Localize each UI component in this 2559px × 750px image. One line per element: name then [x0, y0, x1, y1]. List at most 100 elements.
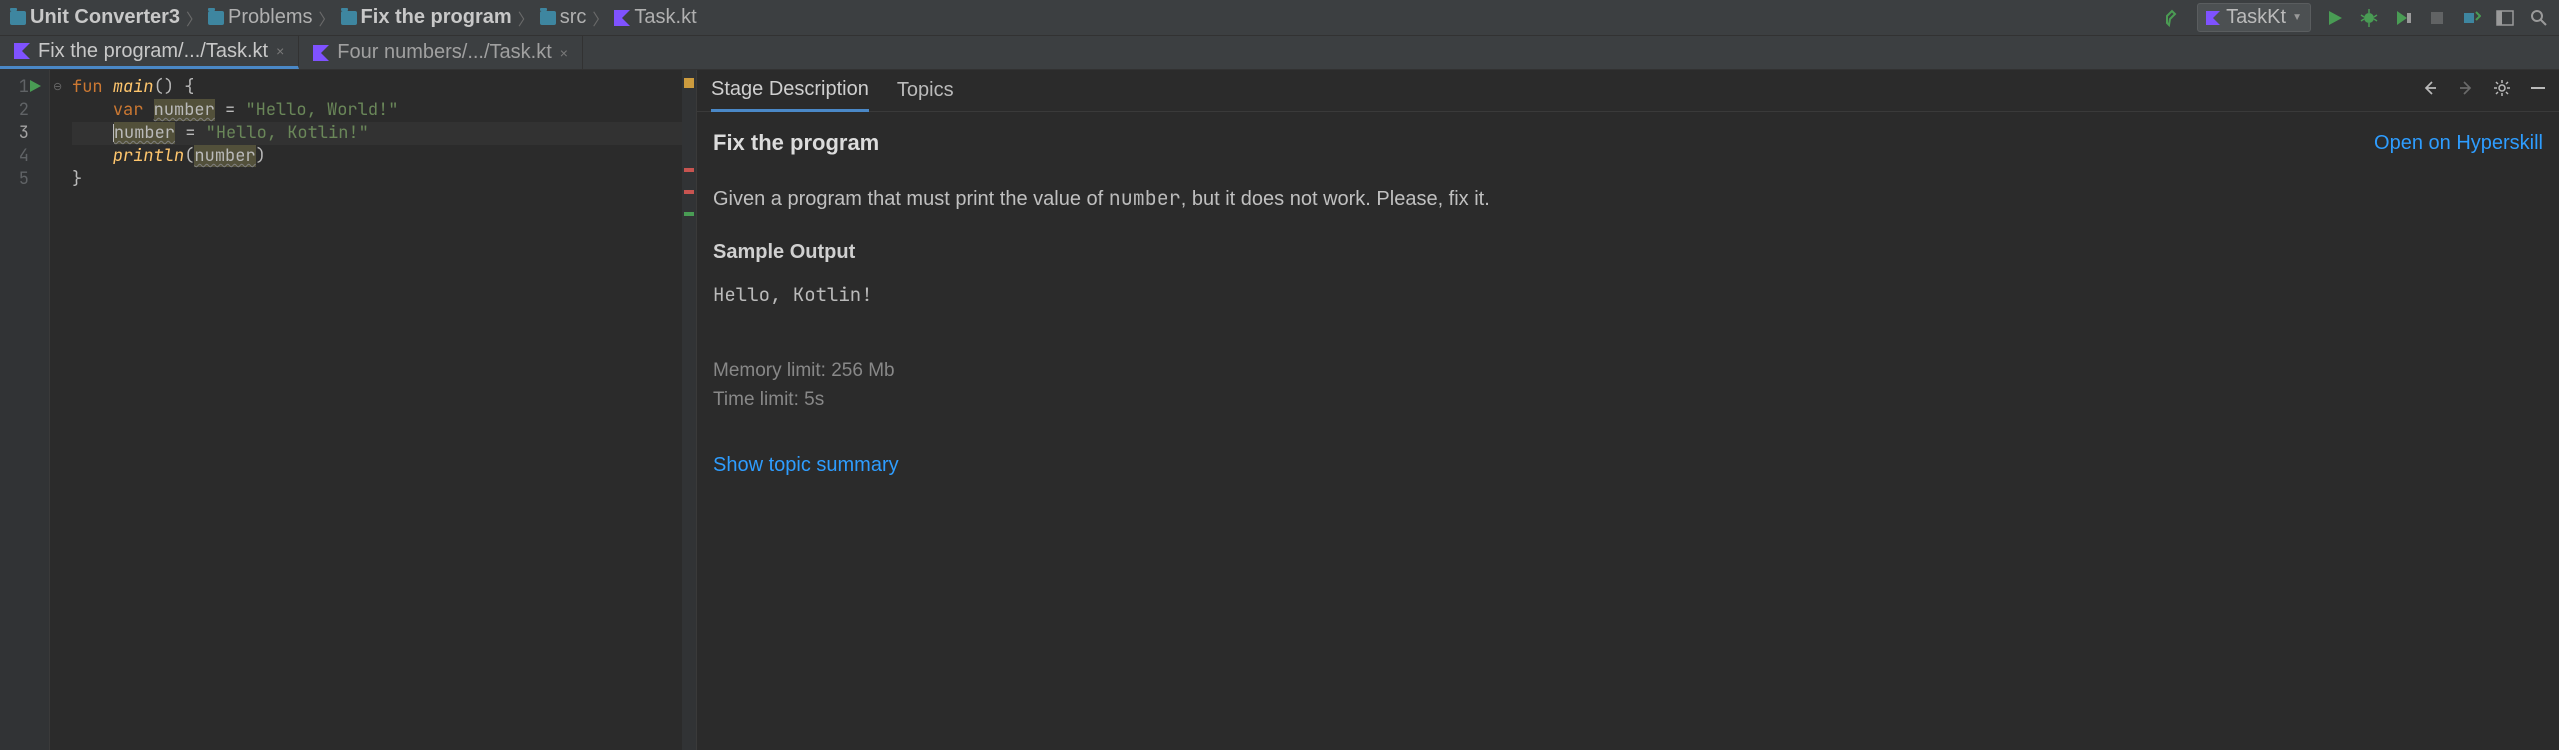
line-gutter: 1 2 3 4 5	[0, 70, 50, 750]
minimize-icon[interactable]	[2529, 79, 2547, 103]
task-desc-text: Given a program that must print the valu…	[713, 188, 1109, 210]
breadcrumb-label: Task.kt	[634, 6, 696, 29]
task-title: Fix the program	[713, 130, 879, 156]
code-area[interactable]: fun main() { var number = "Hello, World!…	[50, 70, 682, 750]
highlight-marker[interactable]	[684, 190, 694, 194]
kotlin-icon	[2206, 10, 2220, 26]
code-line: var number = "Hello, World!"	[72, 99, 682, 122]
code-line: fun main() {	[72, 76, 682, 99]
task-desc-code: number	[1109, 185, 1181, 211]
task-body: Fix the program Open on Hyperskill Given…	[697, 112, 2559, 495]
hammer-icon[interactable]	[2163, 8, 2183, 28]
breadcrumb-src[interactable]: src	[540, 6, 587, 29]
punctuation: )	[256, 145, 266, 167]
punctuation: }	[72, 168, 82, 190]
file-tab-label: Fix the program/.../Task.kt	[38, 40, 268, 63]
folder-icon	[341, 11, 357, 25]
highlight-marker[interactable]	[684, 168, 694, 172]
top-nav-bar: Unit Converter3 〉 Problems 〉 Fix the pro…	[0, 0, 2559, 36]
time-limit: Time limit: 5s	[713, 386, 2543, 415]
breadcrumb-label: Problems	[228, 6, 312, 29]
keyword: var	[113, 99, 154, 121]
search-icon[interactable]	[2529, 8, 2549, 28]
run-with-coverage-button[interactable]	[2393, 8, 2413, 28]
breadcrumbs: Unit Converter3 〉 Problems 〉 Fix the pro…	[10, 6, 697, 30]
task-tabs: Stage Description Topics	[697, 70, 2559, 112]
identifier: number	[194, 145, 255, 167]
run-gutter-icon[interactable]	[28, 76, 42, 99]
forward-arrow-icon[interactable]	[2457, 79, 2475, 103]
breadcrumb-problems[interactable]: Problems	[208, 6, 312, 29]
string-literal: "Hello, Kotlin!"	[206, 122, 369, 144]
punctuation: (	[184, 145, 194, 167]
chevron-right-icon: 〉	[186, 6, 202, 30]
tab-topics[interactable]: Topics	[897, 71, 954, 110]
breadcrumb-label: src	[560, 6, 587, 29]
breadcrumb-task[interactable]: Fix the program	[341, 6, 512, 29]
identifier: number	[114, 122, 175, 144]
line-number: 5	[19, 168, 49, 191]
chevron-right-icon: 〉	[592, 6, 608, 30]
chevron-right-icon: 〉	[518, 6, 534, 30]
task-desc-text: , but it does not work. Please, fix it.	[1181, 188, 1490, 210]
task-tab-controls	[2421, 79, 2547, 103]
kotlin-file-icon	[14, 43, 30, 59]
file-tab[interactable]: Four numbers/.../Task.kt ×	[299, 36, 583, 69]
kotlin-file-icon	[614, 10, 630, 26]
run-button[interactable]	[2325, 8, 2345, 28]
folder-icon	[208, 11, 224, 25]
punctuation: () {	[154, 76, 195, 98]
task-pane: Stage Description Topics Fix the progr	[696, 70, 2559, 750]
line-number: 2	[19, 99, 49, 122]
close-icon[interactable]: ×	[276, 43, 284, 59]
close-icon[interactable]: ×	[560, 45, 568, 61]
attach-button[interactable]	[2461, 8, 2481, 28]
code-line: println(number)	[72, 145, 682, 168]
line-number: 3	[19, 122, 49, 145]
run-config-label: TaskKt	[2226, 6, 2286, 29]
toolbar-right: TaskKt ▼	[2163, 3, 2549, 32]
file-tab-label: Four numbers/.../Task.kt	[337, 41, 552, 64]
editor-tabs: Fix the program/.../Task.kt × Four numbe…	[0, 36, 2559, 70]
code-line: }	[72, 168, 682, 191]
tab-stage-description[interactable]: Stage Description	[711, 70, 869, 112]
function-name: main	[113, 76, 154, 98]
memory-limit: Memory limit: 256 Mb	[713, 357, 2543, 386]
folder-icon	[10, 11, 26, 25]
marker-column	[682, 70, 696, 750]
stop-button[interactable]	[2427, 8, 2447, 28]
debug-button[interactable]	[2359, 8, 2379, 28]
gear-icon[interactable]	[2493, 79, 2511, 103]
main-split: 1 2 3 4 5 ⊖ fun main() { var number = "H…	[0, 70, 2559, 750]
chevron-right-icon: 〉	[319, 6, 335, 30]
show-topic-summary-link[interactable]: Show topic summary	[713, 454, 2543, 477]
keyword: fun	[72, 76, 113, 98]
ok-marker[interactable]	[684, 212, 694, 216]
run-config-selector[interactable]: TaskKt ▼	[2197, 3, 2311, 32]
editor-pane: 1 2 3 4 5 ⊖ fun main() { var number = "H…	[0, 70, 696, 750]
breadcrumb-label: Unit Converter3	[30, 6, 180, 29]
breadcrumb-root[interactable]: Unit Converter3	[10, 6, 180, 29]
sample-output-value: Hello, Kotlin!	[713, 282, 2543, 307]
breadcrumb-file[interactable]: Task.kt	[614, 6, 696, 29]
layout-settings-icon[interactable]	[2495, 8, 2515, 28]
breadcrumb-label: Fix the program	[361, 6, 512, 29]
line-number: 4	[19, 145, 49, 168]
task-header: Fix the program Open on Hyperskill	[713, 130, 2543, 156]
hyperskill-link[interactable]: Open on Hyperskill	[2374, 132, 2543, 155]
sample-output-heading: Sample Output	[713, 241, 2543, 264]
identifier: number	[154, 99, 215, 121]
chevron-down-icon: ▼	[2292, 12, 2302, 23]
back-arrow-icon[interactable]	[2421, 79, 2439, 103]
limits-block: Memory limit: 256 Mb Time limit: 5s	[713, 357, 2543, 414]
task-description: Given a program that must print the valu…	[713, 184, 2543, 213]
code-line-current: number = "Hello, Kotlin!"	[72, 122, 682, 145]
folder-icon	[540, 11, 556, 25]
file-tab-active[interactable]: Fix the program/.../Task.kt ×	[0, 36, 299, 69]
punctuation: =	[215, 99, 246, 121]
warning-marker[interactable]	[684, 78, 694, 88]
punctuation: =	[175, 122, 206, 144]
string-literal: "Hello, World!"	[245, 99, 398, 121]
kotlin-file-icon	[313, 45, 329, 61]
function-call: println	[113, 145, 184, 167]
